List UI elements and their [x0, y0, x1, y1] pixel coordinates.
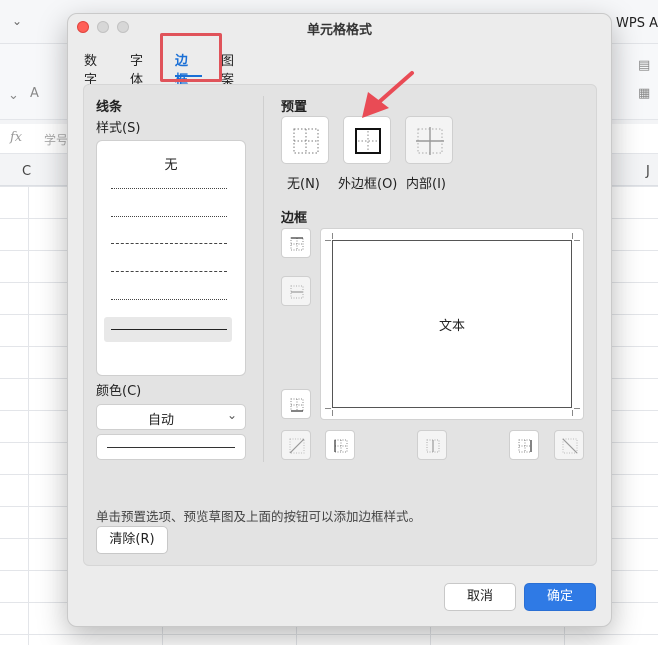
line-style-dash-dot[interactable]: [111, 243, 227, 244]
preset-section-label: 预置: [281, 100, 308, 115]
line-style-dash-dot-dot[interactable]: [111, 271, 227, 272]
highlight-box: [160, 33, 222, 82]
border-middle-vertical-icon: [426, 439, 440, 453]
formula-bar-text[interactable]: 学号: [44, 131, 68, 148]
corner-tick: [572, 410, 573, 416]
line-style-dotted[interactable]: [111, 216, 227, 217]
color-select[interactable]: 自动 ⌄: [96, 404, 246, 430]
line-section-label: 线条: [96, 100, 123, 115]
hint-text: 单击预置选项、预览草图及上面的按钮可以添加边框样式。: [96, 509, 422, 524]
border-right-icon: [518, 439, 532, 453]
preset-outline-button[interactable]: [343, 116, 391, 164]
border-diagonal-down-button[interactable]: [554, 430, 584, 460]
border-bottom-button[interactable]: [281, 389, 311, 419]
border-preview[interactable]: 文本: [320, 228, 584, 420]
corner-tick: [332, 233, 333, 239]
ok-button[interactable]: 确定: [524, 583, 596, 611]
border-top-icon: [290, 237, 304, 251]
border-left-button[interactable]: [325, 430, 355, 460]
border-bottom-icon: [290, 398, 304, 412]
preset-inside-label: 内部(I): [406, 177, 446, 192]
format-cells-dialog: 单元格格式 数字 字体 边框 图案 线条 样式(S) 无 颜色(C) 自动 ⌄ …: [67, 13, 612, 627]
font-color-icon[interactable]: A: [30, 86, 39, 101]
preset-none-button[interactable]: [281, 116, 329, 164]
border-diagonal-up-button[interactable]: [281, 430, 311, 460]
preset-none-label: 无(N): [287, 177, 320, 192]
corner-tick: [332, 410, 333, 416]
line-style-list: 无: [96, 140, 246, 376]
column-header-j[interactable]: J: [646, 164, 650, 179]
line-style-solid-thin[interactable]: [111, 329, 227, 330]
corner-tick: [572, 233, 573, 239]
border-middle-vertical-button[interactable]: [417, 430, 447, 460]
fx-icon[interactable]: fx: [10, 130, 22, 145]
preset-inside-button[interactable]: [405, 116, 453, 164]
border-left-icon: [334, 439, 348, 453]
column-header-c[interactable]: C: [22, 164, 31, 179]
preset-outline-icon: [355, 128, 381, 154]
wps-tab-label[interactable]: WPS A: [616, 16, 658, 31]
style-label: 样式(S): [96, 121, 141, 136]
corner-tick: [325, 408, 331, 409]
border-middle-horizontal-button[interactable]: [281, 276, 311, 306]
color-label: 颜色(C): [96, 384, 142, 399]
corner-tick: [325, 240, 331, 241]
corner-tick: [574, 240, 580, 241]
dialog-title: 单元格格式: [306, 23, 372, 38]
tab-pattern[interactable]: 图案: [221, 50, 234, 88]
line-style-none[interactable]: 无: [97, 154, 245, 173]
preview-text: 文本: [438, 319, 465, 334]
line-style-dotted-fine[interactable]: [111, 188, 227, 189]
color-select-value: 自动: [147, 413, 174, 428]
line-color-preview: [96, 434, 246, 460]
preset-outline-label: 外边框(O): [338, 177, 398, 192]
preset-none-icon: [293, 128, 319, 154]
line-style-dotted-sparse[interactable]: [111, 299, 227, 300]
cancel-button[interactable]: 取消: [444, 583, 516, 611]
corner-tick: [574, 408, 580, 409]
border-top-button[interactable]: [281, 228, 311, 258]
layout-icon[interactable]: ▤: [638, 58, 650, 73]
chevron-down-icon[interactable]: ⌄: [8, 88, 19, 103]
dialog-titlebar: 单元格格式: [68, 14, 611, 42]
chevron-down-icon: ⌄: [226, 408, 237, 422]
line-sample: [107, 447, 235, 448]
preset-inside-icon: [416, 127, 444, 155]
tab-font[interactable]: 字体: [130, 50, 143, 88]
clear-button[interactable]: 清除(R): [96, 526, 168, 554]
diagonal-up-icon: [289, 438, 305, 454]
panel-divider: [263, 96, 264, 462]
border-section-label: 边框: [281, 211, 308, 226]
tab-number[interactable]: 数字: [84, 50, 97, 88]
chevron-down-icon[interactable]: ⌄: [12, 14, 22, 28]
diagonal-down-icon: [562, 438, 578, 454]
border-middle-horizontal-icon: [290, 285, 304, 299]
border-right-button[interactable]: [509, 430, 539, 460]
table-icon[interactable]: ▦: [638, 86, 650, 101]
